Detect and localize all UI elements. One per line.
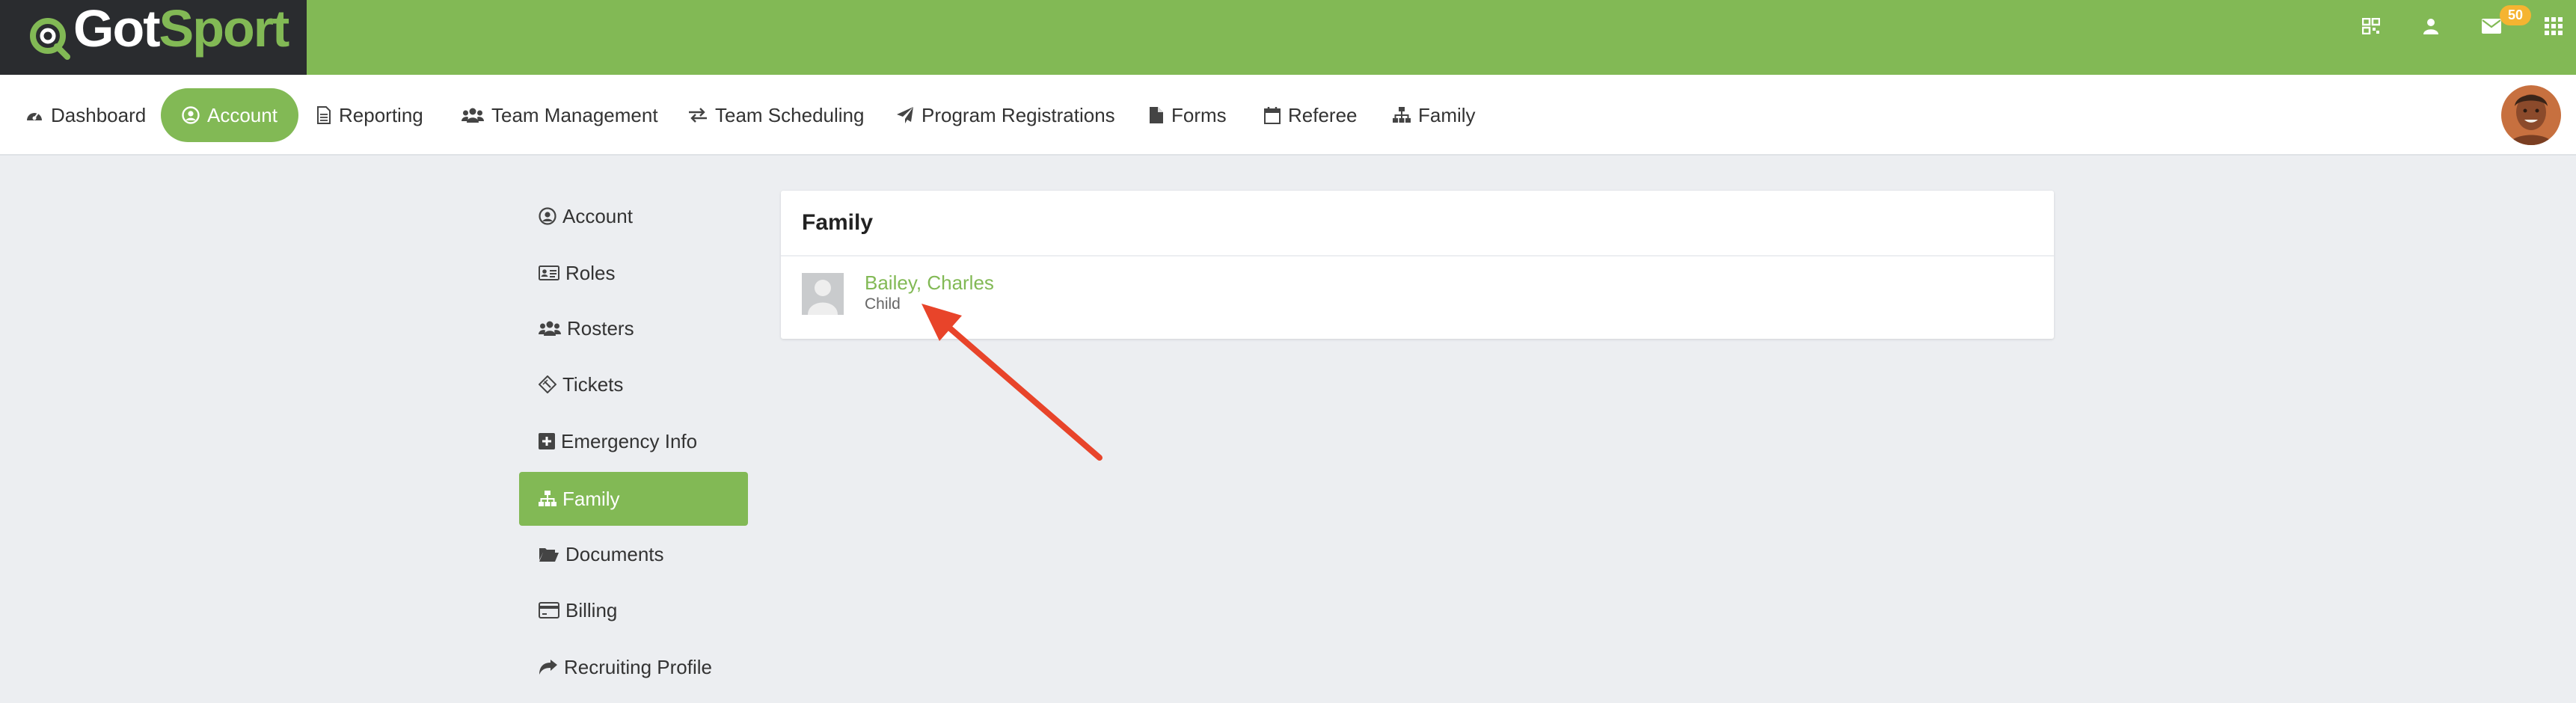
member-photo-placeholder-icon xyxy=(802,273,844,315)
sidebar-item-emergency-info[interactable]: Emergency Info xyxy=(519,414,748,468)
sidebar-label-recruiting-profile: Recruiting Profile xyxy=(564,655,712,678)
nav-label-program-registrations: Program Registrations xyxy=(921,103,1115,126)
nav-label-reporting: Reporting xyxy=(339,103,423,126)
folder-open-icon xyxy=(539,548,559,562)
logo-text-sport: Sport xyxy=(159,0,290,58)
file-icon xyxy=(1150,107,1163,123)
mail-badge: 50 xyxy=(2500,5,2532,25)
nav-item-team-scheduling[interactable]: Team Scheduling xyxy=(688,88,864,142)
logo-mark-icon xyxy=(30,18,70,60)
plus-square-icon xyxy=(539,433,555,449)
users-icon xyxy=(461,108,484,123)
sidebar-label-emergency-info: Emergency Info xyxy=(561,429,698,452)
main-nav: Dashboard Account Reporting Team Managem… xyxy=(0,75,2576,156)
logo-text-got: Got xyxy=(73,0,161,58)
sidebar-item-account[interactable]: Account xyxy=(519,189,748,243)
share-icon xyxy=(539,660,557,675)
sidebar-item-tickets[interactable]: Tickets xyxy=(519,357,748,411)
user-icon[interactable] xyxy=(2423,18,2438,34)
sidebar-item-family[interactable]: Family xyxy=(519,472,748,526)
document-icon xyxy=(317,106,331,124)
logo-text: GotSport xyxy=(73,0,290,58)
sidebar-item-rosters[interactable]: Rosters xyxy=(519,301,748,355)
id-card-icon xyxy=(539,265,559,280)
apps-grid-icon[interactable] xyxy=(2545,17,2563,35)
family-member-row: Bailey, Charles Child xyxy=(802,271,994,315)
sidebar-item-billing[interactable]: Billing xyxy=(519,583,748,637)
nav-item-program-registrations[interactable]: Program Registrations xyxy=(896,88,1115,142)
nav-label-referee: Referee xyxy=(1288,103,1358,126)
calendar-icon xyxy=(1264,107,1281,124)
sidebar-label-documents: Documents xyxy=(565,542,664,565)
gotsport-logo[interactable]: GotSport xyxy=(0,0,307,75)
nav-item-dashboard[interactable]: Dashboard xyxy=(25,88,146,142)
user-avatar[interactable] xyxy=(2501,85,2561,145)
nav-label-family: Family xyxy=(1418,103,1476,126)
nav-item-forms[interactable]: Forms xyxy=(1149,88,1227,142)
credit-card-icon xyxy=(539,602,559,618)
sidebar-item-roles[interactable]: Roles xyxy=(519,246,748,300)
nav-item-team-management[interactable]: Team Management xyxy=(461,88,658,142)
sitemap-icon xyxy=(539,491,556,506)
top-icons: 50 xyxy=(2319,0,2576,52)
nav-item-referee[interactable]: Referee xyxy=(1264,88,1358,142)
user-circle-icon xyxy=(539,207,556,225)
nav-label-forms: Forms xyxy=(1171,103,1227,126)
nav-item-reporting[interactable]: Reporting xyxy=(316,88,423,142)
nav-label-dashboard: Dashboard xyxy=(51,103,147,126)
qr-code-icon[interactable] xyxy=(2362,18,2380,34)
family-card: Family Bailey, Charles Child xyxy=(781,191,2054,339)
nav-item-account[interactable]: Account xyxy=(161,88,298,142)
nav-label-team-management: Team Management xyxy=(491,103,658,126)
nav-label-team-scheduling: Team Scheduling xyxy=(715,103,865,126)
member-relation: Child xyxy=(865,295,901,313)
sidebar-item-recruiting-profile[interactable]: Recruiting Profile xyxy=(519,640,748,694)
sitemap-icon xyxy=(1393,107,1411,123)
paper-plane-icon xyxy=(897,107,913,123)
sidebar-label-tickets: Tickets xyxy=(562,372,624,396)
sidebar-label-account: Account xyxy=(562,204,633,227)
sidebar-label-family: Family xyxy=(562,487,620,510)
dashboard-icon xyxy=(27,112,42,120)
exchange-icon xyxy=(689,108,707,123)
envelope-icon[interactable]: 50 xyxy=(2482,5,2532,34)
member-name-link[interactable]: Bailey, Charles xyxy=(865,271,994,294)
family-card-title: Family xyxy=(781,191,2054,257)
sidebar-label-roles: Roles xyxy=(565,261,616,284)
top-bar: GotSport 50 xyxy=(0,0,2576,75)
sidebar-label-rosters: Rosters xyxy=(567,316,634,340)
nav-item-family[interactable]: Family xyxy=(1393,88,1476,142)
nav-label-account: Account xyxy=(207,103,277,126)
sidebar-item-documents[interactable]: Documents xyxy=(519,527,748,581)
member-info: Bailey, Charles Child xyxy=(865,271,994,315)
user-circle-icon xyxy=(182,106,200,124)
sidebar-label-billing: Billing xyxy=(565,598,618,621)
users-icon xyxy=(539,321,561,336)
ticket-icon xyxy=(539,375,556,393)
